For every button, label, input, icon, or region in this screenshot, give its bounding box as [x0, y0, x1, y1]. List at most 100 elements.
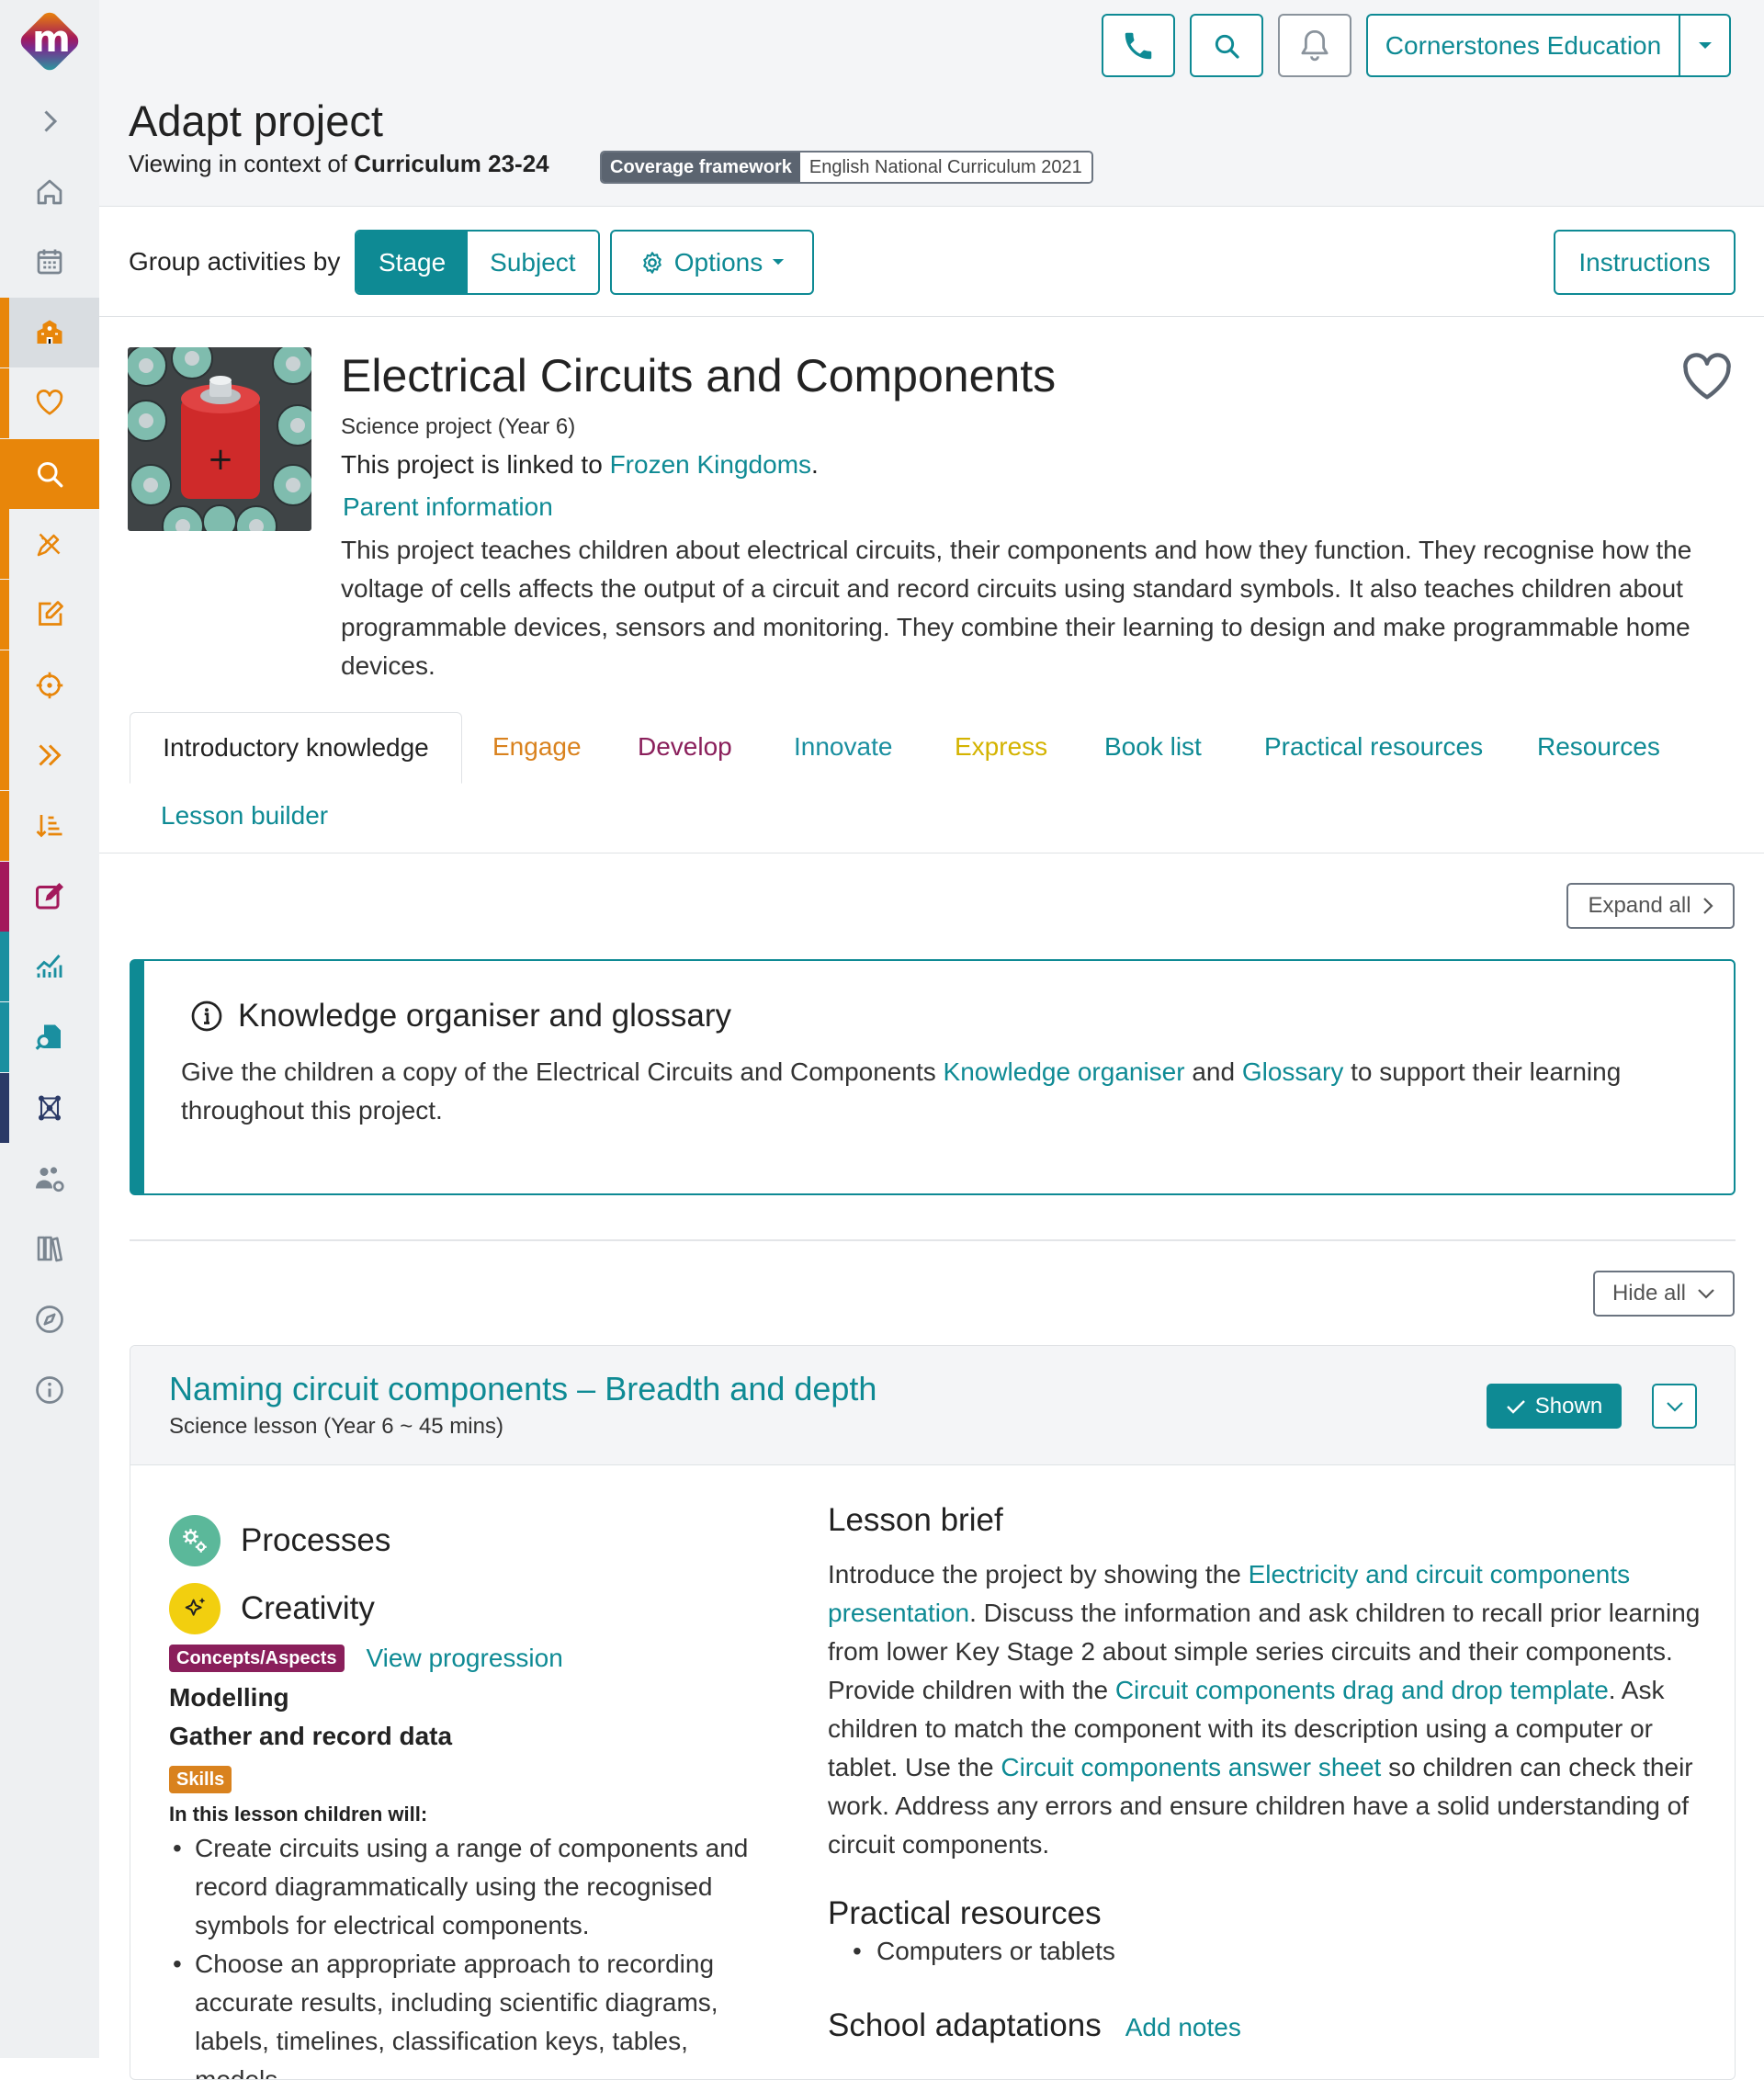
sort-icon [33, 809, 66, 842]
knowledge-organiser-link[interactable]: Knowledge organiser [944, 1057, 1185, 1086]
coverage-value: English National Curriculum 2021 [799, 153, 1091, 182]
discipline-label: Creativity [241, 1590, 375, 1626]
context-curriculum: Curriculum 23-24 [354, 150, 549, 177]
tab-book-list[interactable]: Book list [1104, 732, 1202, 762]
hide-all-button[interactable]: Hide all [1593, 1271, 1735, 1317]
options-button[interactable]: Options [610, 230, 814, 295]
chevron-right-icon [1702, 898, 1713, 914]
tab-engage[interactable]: Engage [492, 732, 582, 762]
tab-lesson-builder[interactable]: Lesson builder [161, 801, 328, 831]
curriculum-context: Viewing in context of Curriculum 23-24 [129, 150, 549, 178]
lesson-outcomes-list: Create circuits using a range of compone… [169, 1829, 757, 2079]
project-image: + [128, 347, 311, 531]
notifications-button[interactable] [1278, 14, 1351, 77]
list-item: Choose an appropriate approach to record… [169, 1945, 757, 2079]
instructions-button[interactable]: Instructions [1554, 230, 1736, 295]
tab-express[interactable]: Express [955, 732, 1047, 762]
sidebar-item-books[interactable] [0, 1214, 99, 1283]
books-icon [33, 1232, 66, 1265]
favourite-button[interactable] [1679, 351, 1735, 401]
network-icon [33, 1091, 66, 1125]
tab-develop[interactable]: Develop [638, 732, 732, 762]
home-icon [33, 175, 66, 209]
organisation-button[interactable]: Cornerstones Education [1366, 14, 1680, 77]
bell-icon [1301, 29, 1329, 61]
school-icon [33, 316, 66, 349]
sidebar-item-users-gear[interactable] [0, 1144, 99, 1214]
expand-all-button[interactable]: Expand all [1566, 883, 1735, 929]
sidebar-section-bar [0, 367, 9, 438]
sidebar-item-pen-square[interactable] [0, 861, 99, 932]
tab-introductory-knowledge[interactable]: Introductory knowledge [130, 712, 462, 784]
sidebar-item-chart[interactable] [0, 932, 99, 1002]
sidebar-item-sort[interactable] [0, 791, 99, 861]
sidebar-item-network[interactable] [0, 1072, 99, 1143]
chart-icon [33, 950, 66, 983]
logo-letter: m [32, 17, 71, 61]
calendar-icon [33, 245, 66, 278]
sidebar-item-home[interactable] [0, 157, 99, 227]
linked-prefix: This project is linked to [341, 450, 603, 479]
answer-sheet-link[interactable]: Circuit components answer sheet [1001, 1753, 1381, 1781]
sidebar: m [0, 0, 99, 2058]
sidebar-item-chevron-right[interactable] [0, 86, 99, 156]
practical-resource-item: Computers or tablets [853, 1937, 1115, 1966]
shown-label: Shown [1534, 1393, 1603, 1419]
call-button[interactable] [1102, 14, 1175, 77]
edit-icon [33, 598, 66, 631]
sidebar-section-bar [0, 791, 9, 861]
page-title: Adapt project [129, 96, 383, 145]
list-item: Create circuits using a range of compone… [169, 1829, 757, 1945]
add-notes-link[interactable]: Add notes [1125, 2013, 1241, 2042]
shown-toggle-button[interactable]: Shown [1487, 1384, 1622, 1429]
double-chevron-icon [33, 739, 66, 772]
sidebar-item-crosshair[interactable] [0, 650, 99, 720]
pen-square-icon [33, 880, 66, 913]
linked-suffix: . [811, 450, 819, 479]
organisation-dropdown-toggle[interactable] [1679, 14, 1731, 77]
sidebar-item-compass[interactable] [0, 1284, 99, 1354]
sidebar-item-school[interactable] [0, 298, 99, 368]
sidebar-item-file-search[interactable] [0, 1002, 99, 1073]
view-progression-link[interactable]: View progression [367, 1644, 563, 1673]
svg-text:+: + [208, 441, 234, 478]
parent-information-link[interactable]: Parent information [343, 492, 553, 522]
sidebar-item-pencil-ruler[interactable] [0, 509, 99, 580]
sidebar-item-calendar[interactable] [0, 227, 99, 297]
knowledge-organiser-heading: Knowledge organiser and glossary [190, 998, 731, 1034]
lesson-header: Naming circuit components – Breadth and … [130, 1346, 1735, 1465]
concept-item: Modelling [169, 1683, 289, 1712]
tab-innovate[interactable]: Innovate [794, 732, 892, 762]
chevron-down-icon [1666, 1401, 1683, 1412]
linked-project-link[interactable]: Frozen Kingdoms [610, 450, 811, 479]
tab-practical-resources[interactable]: Practical resources [1264, 732, 1483, 762]
sidebar-item-heart[interactable] [0, 367, 99, 438]
search-button[interactable] [1190, 14, 1263, 77]
chevron-down-icon [1698, 1289, 1714, 1299]
sidebar-item-double-chevron[interactable] [0, 720, 99, 791]
sidebar-item-search[interactable] [0, 438, 99, 509]
lesson-collapse-button[interactable] [1652, 1384, 1697, 1429]
glossary-link[interactable]: Glossary [1242, 1057, 1343, 1086]
group-by-subject-button[interactable]: Subject [468, 232, 598, 293]
lesson-outcomes-label: In this lesson children will: [169, 1803, 428, 1826]
sidebar-item-edit[interactable] [0, 579, 99, 650]
sidebar-section-bar [0, 932, 9, 1002]
sidebar-section-bar [0, 438, 9, 509]
section-divider [130, 1239, 1736, 1241]
group-by-stage-button[interactable]: Stage [356, 232, 469, 293]
file-search-icon [33, 1021, 66, 1054]
sidebar-item-info[interactable] [0, 1355, 99, 1425]
search-icon [33, 458, 66, 491]
hide-all-label: Hide all [1611, 1281, 1687, 1306]
app-logo[interactable]: m [0, 0, 99, 83]
gears-icon [169, 1515, 220, 1566]
sidebar-section-bar [0, 861, 9, 932]
caret-down-icon [1698, 41, 1712, 49]
info-icon [191, 1000, 222, 1032]
page-header: Cornerstones Education Adapt project Vie… [99, 0, 1764, 207]
drag-drop-template-link[interactable]: Circuit components drag and drop templat… [1115, 1676, 1609, 1704]
tab-resources[interactable]: Resources [1537, 732, 1660, 762]
lesson-title-link[interactable]: Naming circuit components – Breadth and … [169, 1370, 876, 1408]
school-adaptations-title: School adaptations [828, 2007, 1102, 2043]
